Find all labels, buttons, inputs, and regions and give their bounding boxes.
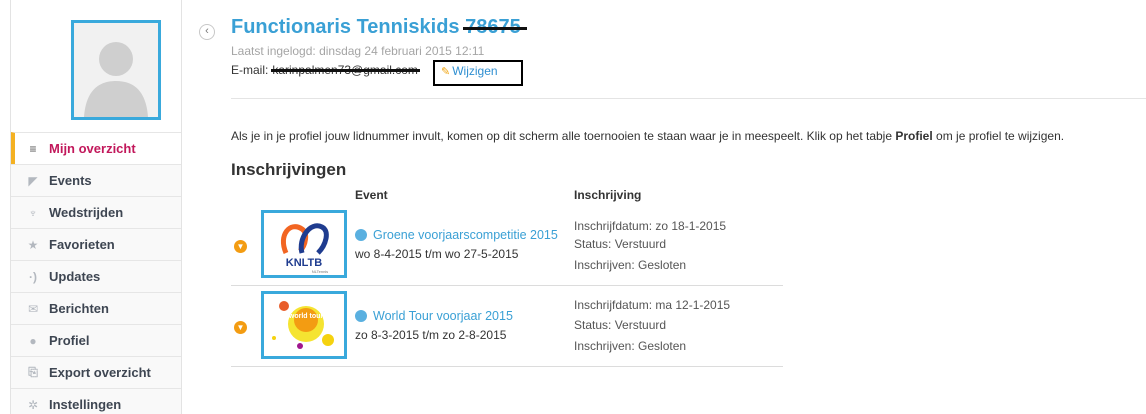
sidebar-item-label: Updates — [49, 269, 101, 284]
knltb-logo-icon: KNLTB NLTennis — [264, 213, 344, 275]
divider — [231, 98, 1146, 99]
edit-label: Wijzigen — [452, 64, 498, 78]
sidebar-item-label: Profiel — [49, 333, 90, 348]
world-tour-logo-icon: world tour — [264, 294, 344, 356]
sidebar-item-label: Mijn overzicht — [49, 141, 136, 156]
export-icon: ⎘ — [28, 365, 38, 379]
sidebar-item-favorieten[interactable]: ★ Favorieten — [11, 228, 181, 260]
logo-text: world tour — [288, 313, 323, 320]
column-header-registration: Inschrijving — [574, 188, 642, 202]
chevron-left-icon: ‹ — [205, 25, 209, 37]
info-text-part: om je profiel te wijzigen. — [932, 129, 1065, 143]
registration-status: Status: Verstuurd — [574, 237, 667, 251]
user-icon: ● — [29, 333, 37, 348]
sidebar: ≡ Mijn overzicht ◤ Events ♆ Wedstrijden … — [10, 0, 182, 414]
event-name: World Tour voorjaar 2015 — [373, 309, 513, 323]
info-text: Als je in je profiel jouw lidnummer invu… — [231, 129, 1064, 143]
sidebar-item-label: Berichten — [49, 301, 109, 316]
collapse-sidebar-button[interactable]: ‹ — [199, 24, 215, 40]
info-text-part: Als je in je profiel jouw lidnummer invu… — [231, 129, 896, 143]
sidebar-nav: ≡ Mijn overzicht ◤ Events ♆ Wedstrijden … — [11, 132, 181, 414]
sidebar-item-updates[interactable]: ·) Updates — [11, 260, 181, 292]
page-title: Functionaris Tenniskids 78675 — [231, 16, 527, 39]
list-icon: ≡ — [29, 141, 37, 156]
logo-text: KNLTB — [286, 257, 323, 269]
email-label: E-mail: — [231, 63, 269, 77]
registration-date: Inschrijfdatum: ma 12-1-2015 — [574, 298, 731, 312]
expand-toggle-icon[interactable]: ▼ — [234, 321, 247, 334]
event-status-icon — [355, 229, 367, 241]
sidebar-item-events[interactable]: ◤ Events — [11, 164, 181, 196]
gear-icon: ✲ — [27, 397, 39, 412]
sidebar-item-instellingen[interactable]: ✲ Instellingen — [11, 388, 181, 414]
events-icon: ◤ — [28, 173, 38, 188]
registration-date: Inschrijfdatum: zo 18-1-2015 — [574, 219, 727, 233]
pencil-icon: ✎ — [441, 66, 451, 78]
expand-toggle-icon[interactable]: ▼ — [234, 240, 247, 253]
sidebar-item-label: Events — [49, 173, 92, 188]
event-logo[interactable]: world tour — [261, 291, 347, 359]
info-text-bold: Profiel — [895, 129, 933, 143]
sidebar-item-export-overzicht[interactable]: ⎘ Export overzicht — [11, 356, 181, 388]
sidebar-item-mijn-overzicht[interactable]: ≡ Mijn overzicht — [11, 132, 181, 164]
sidebar-item-label: Export overzicht — [49, 365, 151, 380]
event-link[interactable]: World Tour voorjaar 2015 — [355, 309, 513, 323]
logo-subtext: NLTennis — [312, 269, 328, 274]
event-dates: zo 8-3-2015 t/m zo 2-8-2015 — [355, 328, 507, 342]
edit-email-link[interactable]: ✎ Wijzigen — [441, 64, 498, 78]
updates-icon: ·) — [29, 269, 37, 284]
registration-status: Status: Verstuurd — [574, 318, 667, 332]
email-value: karinpalmen73@gmail.com — [271, 63, 420, 77]
section-title: Inschrijvingen — [231, 160, 347, 179]
sidebar-item-profiel[interactable]: ● Profiel — [11, 324, 181, 356]
registration-state: Inschrijven: Gesloten — [574, 258, 687, 272]
table-row: ▼ world tour World Tour voorjaar 2015 zo… — [231, 287, 783, 367]
trophy-icon: ♆ — [28, 205, 38, 220]
avatar[interactable] — [71, 20, 161, 120]
table-row: ▼ KNLTB NLTennis Groene voorjaarscompeti… — [231, 206, 783, 286]
mail-icon: ✉ — [27, 301, 39, 316]
event-dates: wo 8-4-2015 t/m wo 27-5-2015 — [355, 247, 519, 261]
event-link[interactable]: Groene voorjaarscompetitie 2015 — [355, 228, 558, 242]
registration-state: Inschrijven: Gesloten — [574, 339, 687, 353]
sidebar-item-wedstrijden[interactable]: ♆ Wedstrijden — [11, 196, 181, 228]
sidebar-item-berichten[interactable]: ✉ Berichten — [11, 292, 181, 324]
star-icon: ★ — [27, 237, 39, 252]
event-logo[interactable]: KNLTB NLTennis — [261, 210, 347, 278]
profile-name: Functionaris Tenniskids — [231, 16, 460, 38]
sidebar-item-label: Favorieten — [49, 237, 115, 252]
event-name: Groene voorjaarscompetitie 2015 — [373, 228, 558, 242]
sidebar-item-label: Wedstrijden — [49, 205, 124, 220]
event-status-icon — [355, 310, 367, 322]
sidebar-item-label: Instellingen — [49, 397, 122, 412]
avatar-placeholder-icon — [74, 23, 158, 117]
last-login: Laatst ingelogd: dinsdag 24 februari 201… — [231, 44, 485, 58]
column-header-event: Event — [355, 188, 388, 202]
member-number: 78675 — [463, 16, 527, 38]
email-line: E-mail: karinpalmen73@gmail.com — [231, 63, 420, 77]
